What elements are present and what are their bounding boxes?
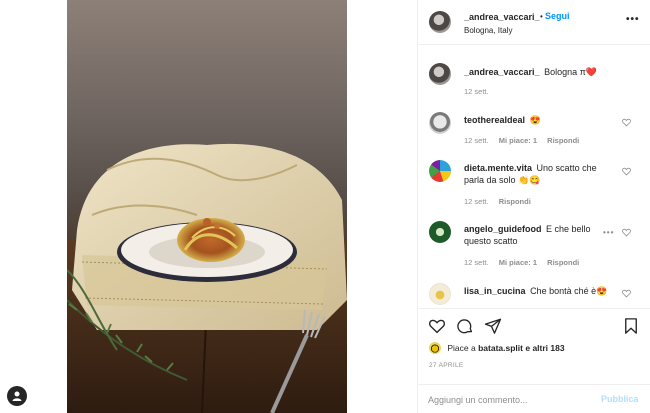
comment-time[interactable]: 12 sett. [464,258,489,267]
liked-by-user[interactable]: batata.split [478,343,523,353]
follow-button[interactable]: Segui [545,11,570,21]
reply-button[interactable]: Rispondi [547,136,579,145]
publish-button[interactable]: Pubblica [601,394,639,404]
reply-button[interactable]: Rispondi [547,258,579,267]
author-username[interactable]: _andrea_vaccari_ [464,12,540,22]
comment-more-icon[interactable]: ••• [603,228,614,237]
liked-by-prefix: Piace a [447,343,476,353]
comment-likes[interactable]: Mi piace: 1 [499,258,537,267]
post-header: _andrea_vaccari_ • Segui Bologna, Italy … [418,0,650,45]
comment-avatar[interactable] [429,283,451,305]
like-heart-icon[interactable] [428,317,446,335]
reply-button[interactable]: Rispondi [499,197,531,206]
caption-meta: 12 sett. [464,87,497,96]
comment-body: 😍 [529,115,541,125]
comment-text: lisa_in_cucina Che bontà ché è😍 [464,285,624,297]
more-options-icon[interactable]: ••• [626,14,640,25]
comment-username[interactable]: teotherealdeal [464,115,525,125]
comment-avatar[interactable] [429,160,451,182]
add-comment-bar: Pubblica [418,384,650,413]
comment-time[interactable]: 12 sett. [464,197,489,206]
author-avatar[interactable] [429,11,451,33]
caption-username[interactable]: _andrea_vaccari_ [464,67,540,77]
food-photo-illustration [67,143,347,413]
comment-text: dieta.mente.vita Uno scatto che parla da… [464,162,614,186]
caption-body: Bologna [544,67,578,77]
comment-like-icon[interactable] [622,289,631,298]
comment-item: teotherealdeal 😍 12 sett. Mi piace: 1 Ri… [418,112,650,152]
save-bookmark-icon[interactable] [622,317,640,335]
post-location[interactable]: Bologna, Italy [464,26,512,35]
caption-emoji: π❤️ [579,67,598,77]
liked-by-summary: Piace a batata.split e altri 183 [429,342,565,354]
caption-time[interactable]: 12 sett. [464,87,489,96]
comment-body: Che bontà ché è😍 [530,286,608,296]
comment-avatar[interactable] [429,112,451,134]
comment-avatar[interactable] [429,221,451,243]
liked-by-avatar[interactable] [429,342,441,354]
comment-input[interactable] [428,393,578,407]
comment-like-icon[interactable] [622,167,631,176]
caption-avatar[interactable] [429,63,451,85]
comment-meta: 12 sett. Mi piace: 1 Rispondi [464,136,587,145]
comment-text: teotherealdeal 😍 [464,114,614,126]
post-actions: Piace a batata.split e altri 183 27 APRI… [418,308,650,413]
comment-item: angelo_guidefood E che bello questo scat… [418,221,650,271]
share-send-icon[interactable] [484,317,502,335]
comment-meta: 12 sett. Mi piace: 1 Rispondi [464,258,587,267]
comment-item: lisa_in_cucina Che bontà ché è😍 [418,283,650,305]
comment-username[interactable]: dieta.mente.vita [464,163,532,173]
profile-icon[interactable] [7,386,27,406]
comment-likes[interactable]: Mi piace: 1 [499,136,537,145]
comment-username[interactable]: lisa_in_cucina [464,286,526,296]
comment-text: angelo_guidefood E che bello questo scat… [464,223,614,247]
comment-item: dieta.mente.vita Uno scatto che parla da… [418,160,650,210]
follow-separator: • [540,12,543,21]
post-photo[interactable] [67,0,347,413]
caption-text: _andrea_vaccari_ Bologna π❤️ [464,66,614,78]
comment-meta: 12 sett. Rispondi [464,197,539,206]
comment-username[interactable]: angelo_guidefood [464,224,542,234]
liked-by-others[interactable]: e altri 183 [525,343,564,353]
comment-like-icon[interactable] [622,228,631,237]
comment-like-icon[interactable] [622,118,631,127]
comment-time[interactable]: 12 sett. [464,136,489,145]
post-date[interactable]: 27 APRILE [429,362,464,369]
caption: _andrea_vaccari_ Bologna π❤️ 12 sett. [418,63,650,103]
instagram-post-view: _andrea_vaccari_ • Segui Bologna, Italy … [0,0,650,413]
comment-bubble-icon[interactable] [456,317,474,335]
post-details-panel: _andrea_vaccari_ • Segui Bologna, Italy … [417,0,650,413]
